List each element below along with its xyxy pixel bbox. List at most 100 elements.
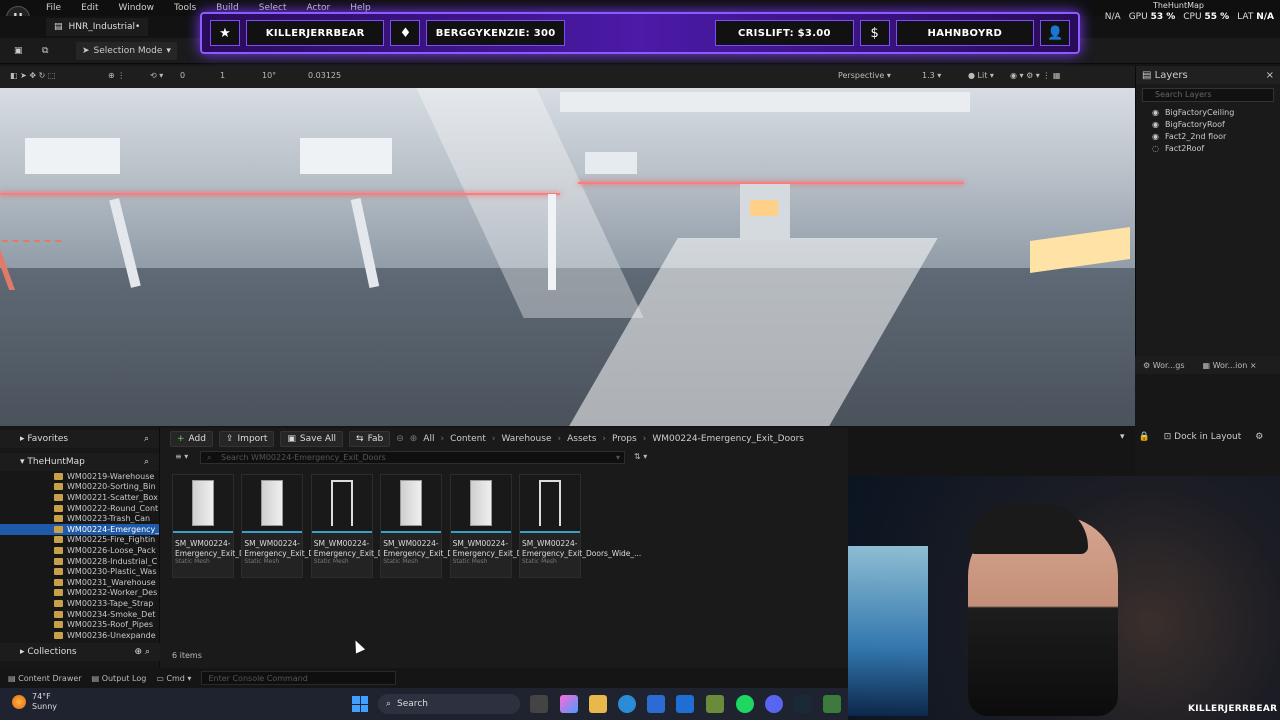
- folder-item[interactable]: WM00220-Sorting_Bin: [0, 482, 159, 493]
- collections-header[interactable]: ▸ Collections ⊕ ⌕: [0, 643, 160, 661]
- steam-icon[interactable]: [794, 695, 812, 713]
- perspective-button[interactable]: Perspective ▾: [838, 71, 891, 80]
- scale-snap-value[interactable]: 0.03125: [308, 71, 341, 80]
- folder-item[interactable]: WM00234-Smoke_Det: [0, 609, 159, 620]
- cmd-button[interactable]: ▭ Cmd ▾: [156, 674, 191, 683]
- eye-icon[interactable]: ◉: [1152, 132, 1159, 141]
- show-icon[interactable]: ◉ ▾ ⚙ ▾ ⋮ ▦: [1010, 71, 1060, 80]
- layer-name: BigFactoryRoof: [1164, 119, 1225, 129]
- dock-controls: ▾ 🔒 ⊡ Dock in Layout ⚙: [1120, 432, 1263, 442]
- filter-icon[interactable]: ≡ ▾: [175, 452, 188, 461]
- menu-file[interactable]: File: [36, 3, 71, 13]
- content-drawer-button[interactable]: ▤ Content Drawer: [8, 674, 82, 683]
- folder-item[interactable]: WM00228-Industrial_C: [0, 556, 159, 567]
- minecraft-icon[interactable]: [706, 695, 724, 713]
- tab-world-settings[interactable]: ⚙ Wor...gs: [1143, 361, 1184, 370]
- layers-search-input[interactable]: Search Layers: [1142, 88, 1274, 102]
- folder-item[interactable]: WM00233-Tape_Strap: [0, 598, 159, 609]
- layer-item[interactable]: ◉ Fact2_2nd floor: [1136, 130, 1280, 142]
- breadcrumb-item[interactable]: All: [423, 434, 434, 444]
- folder-item[interactable]: WM00224-Emergency_: [0, 523, 159, 535]
- breadcrumb-item[interactable]: Content: [450, 434, 486, 444]
- import-button[interactable]: ⇪ Import: [218, 431, 275, 447]
- save-all-button[interactable]: ▣ Save All: [280, 431, 344, 447]
- breadcrumb-item[interactable]: Assets: [567, 434, 596, 444]
- discord-icon[interactable]: [765, 695, 783, 713]
- breadcrumb-current[interactable]: WM00224-Emergency_Exit_Doors: [652, 434, 804, 444]
- menu-edit[interactable]: Edit: [71, 3, 108, 13]
- taskbar-search[interactable]: ⌕ Search: [378, 694, 520, 714]
- dock-in-layout-button[interactable]: ⊡ Dock in Layout: [1164, 432, 1242, 442]
- output-log-button[interactable]: ▤ Output Log: [92, 674, 147, 683]
- rotation-snap-value[interactable]: 1: [220, 71, 225, 80]
- grid-snap-value[interactable]: 0: [180, 71, 185, 80]
- eye-icon[interactable]: ◉: [1152, 120, 1159, 129]
- angle-snap-value[interactable]: 10°: [262, 71, 276, 80]
- folder-item[interactable]: WM00236-Unexpande: [0, 630, 159, 641]
- console-command-input[interactable]: Enter Console Command: [201, 671, 397, 685]
- settings-icon[interactable]: ⚙: [1255, 432, 1263, 442]
- search-icon[interactable]: ⌕: [144, 434, 149, 444]
- select-tool-icon[interactable]: ◧ ➤ ✥ ↻ ⬚: [10, 71, 55, 80]
- layer-item[interactable]: ◉ BigFactoryRoof: [1136, 118, 1280, 130]
- menu-window[interactable]: Window: [109, 3, 165, 13]
- folder-item[interactable]: WM00230-Plastic_Was: [0, 566, 159, 577]
- fov-button[interactable]: 1.3 ▾: [922, 71, 941, 80]
- layer-item[interactable]: ◉ BigFactoryCeiling: [1136, 106, 1280, 118]
- map-tab[interactable]: ▤ HNR_Industrial•: [46, 18, 149, 36]
- menu-tools[interactable]: Tools: [164, 3, 206, 13]
- lock-icon[interactable]: 🔒: [1139, 432, 1150, 442]
- tab-world-partition[interactable]: ▦ Wor...ion ×: [1202, 361, 1256, 370]
- folder-item[interactable]: WM00235-Roof_Pipes: [0, 619, 159, 630]
- breadcrumb-item[interactable]: Props: [612, 434, 637, 444]
- eye-icon[interactable]: ◉: [1152, 108, 1159, 117]
- asset-tile[interactable]: SM_WM00224-Emergency_Exit_Doors_thin Stat…: [172, 474, 279, 578]
- content-search-input[interactable]: ⌕ Search WM00224-Emergency_Exit_Doors ▾: [200, 451, 625, 464]
- app-icon[interactable]: [823, 695, 841, 713]
- asset-tile[interactable]: SM_WM00224-Emergency_Exit_Doors_Thin_...…: [310, 474, 431, 578]
- add-button[interactable]: + Add: [170, 431, 213, 447]
- folder-item[interactable]: WM00223-Trash_Can: [0, 513, 159, 524]
- spotify-icon[interactable]: [736, 695, 754, 713]
- windows-start-icon[interactable]: [352, 696, 368, 712]
- search-icon[interactable]: ⌕: [144, 457, 149, 467]
- chevron-down-icon[interactable]: ▾: [1120, 432, 1125, 442]
- back-icon[interactable]: ⊖: [396, 434, 404, 444]
- selection-mode-button[interactable]: ➤ Selection Mode ▾: [76, 42, 177, 60]
- lit-button[interactable]: ● Lit ▾: [968, 71, 994, 80]
- weather-widget[interactable]: 74°F Sunny: [12, 692, 57, 712]
- asset-tile[interactable]: SM_WM00224-Emergency_Exit_Doors_Wide Stat…: [380, 474, 492, 578]
- folder-item[interactable]: WM00231_Warehouse: [0, 577, 159, 588]
- folder-item[interactable]: WM00232-Worker_Des: [0, 588, 159, 599]
- folder-item[interactable]: WM00222-Round_Cont: [0, 503, 159, 514]
- task-view-icon[interactable]: [530, 695, 548, 713]
- sort-icon[interactable]: ⇅ ▾: [634, 452, 647, 461]
- file-explorer-icon[interactable]: [589, 695, 607, 713]
- folder-item[interactable]: WM00219-Warehouse: [0, 471, 159, 482]
- folder-item[interactable]: WM00225-Fire_Fightin: [0, 535, 159, 546]
- breadcrumb-item[interactable]: Warehouse: [501, 434, 551, 444]
- root-folder-header[interactable]: ▾ TheHuntMap ⌕: [0, 453, 159, 471]
- asset-tile[interactable]: SM_WM00224-Emergency_Exit_Doors_Thin_...…: [241, 474, 361, 578]
- fab-button[interactable]: ⇆ Fab: [349, 431, 391, 447]
- content-icon[interactable]: ⧉: [36, 42, 54, 60]
- store-icon[interactable]: [647, 695, 665, 713]
- level-viewport[interactable]: [0, 88, 1135, 426]
- asset-tile[interactable]: SM_WM00224-Emergency_Exit_Doors_Wide_...…: [519, 474, 641, 578]
- perf-stats: TheHuntMap N/A GPU 53 % CPU 55 % LAT N/A: [1105, 1, 1274, 22]
- layer-item[interactable]: ◌ Fact2Roof: [1136, 142, 1280, 154]
- save-icon[interactable]: ▣: [8, 42, 29, 60]
- close-icon[interactable]: ×: [1266, 70, 1274, 81]
- world-icon[interactable]: ⊕ ⋮: [108, 71, 125, 80]
- edge-icon[interactable]: [618, 695, 636, 713]
- outlook-icon[interactable]: [676, 695, 694, 713]
- folder-item[interactable]: WM00221-Scatter_Box: [0, 492, 159, 503]
- add-collection-icon[interactable]: ⊕ ⌕: [135, 647, 150, 657]
- copilot-icon[interactable]: [560, 695, 578, 713]
- folder-item[interactable]: WM00226-Loose_Pack: [0, 545, 159, 556]
- eye-hidden-icon[interactable]: ◌: [1152, 144, 1159, 153]
- forward-icon[interactable]: ⊕: [410, 434, 418, 444]
- favorites-header[interactable]: ▸ Favorites ⌕: [0, 430, 159, 448]
- asset-tile[interactable]: SM_WM00224-Emergency_Exit_Doors_Wide_...…: [449, 474, 572, 578]
- rotate-snap-icon[interactable]: ⟲ ▾: [150, 71, 163, 80]
